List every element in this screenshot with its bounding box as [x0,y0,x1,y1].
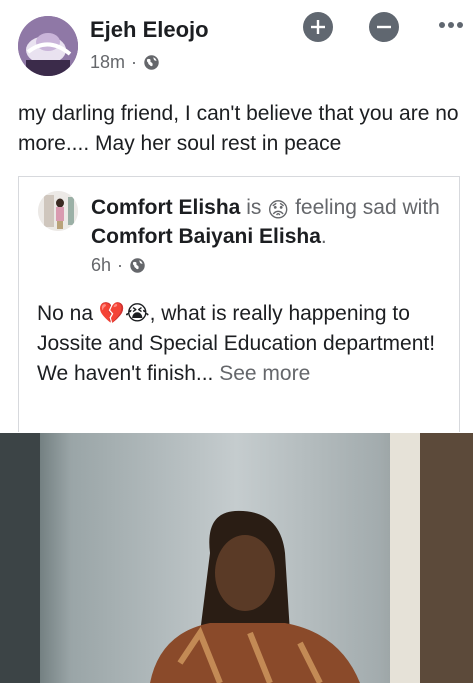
post-time[interactable]: 18m [90,52,125,73]
globe-icon [130,258,145,273]
more-options-button[interactable] [436,10,466,40]
avatar-image [18,16,78,76]
post-meta: 18m · [90,52,160,73]
sad-face-icon: 😟 [267,199,290,222]
shared-text-start: No na [37,302,99,325]
post-header: Ejeh Eleojo 18m · [0,0,473,90]
with-word: with [402,196,440,219]
see-more-link[interactable]: See more [219,362,310,385]
shared-avatar-image [38,191,78,231]
minus-circle-icon [377,25,391,29]
shared-post-meta: 6h · [91,255,146,276]
tagged-person-name[interactable]: Comfort Baiyani Elisha [91,225,321,248]
shared-post-text: No na 💔😭, what is really happening to Jo… [37,299,452,389]
shared-author-avatar[interactable] [38,191,78,231]
shared-post-time[interactable]: 6h [91,255,111,276]
author-avatar[interactable] [18,16,78,76]
broken-heart-crying-emoji-icon: 💔😭 [98,302,150,325]
shared-post-card[interactable]: Comfort Elisha is 😟 feeling sad with Com… [18,176,460,432]
shared-meta-separator: · [117,255,124,275]
header-period: . [320,225,327,248]
feeling-text: feeling sad [295,196,397,219]
photo-image [0,433,473,683]
plus-circle-icon [311,20,325,34]
remove-button[interactable] [369,12,399,42]
more-dots-icon [439,22,463,28]
post-author-name[interactable]: Ejeh Eleojo [90,17,209,43]
meta-separator: · [131,52,138,72]
add-button[interactable] [303,12,333,42]
shared-author-name[interactable]: Comfort Elisha [91,196,240,219]
shared-photo[interactable] [0,433,473,683]
post-text: my darling friend, I can't believe that … [18,102,459,155]
shared-post-header: Comfort Elisha is 😟 feeling sad with Com… [91,193,451,251]
is-word: is [246,196,262,219]
globe-icon [144,55,159,70]
